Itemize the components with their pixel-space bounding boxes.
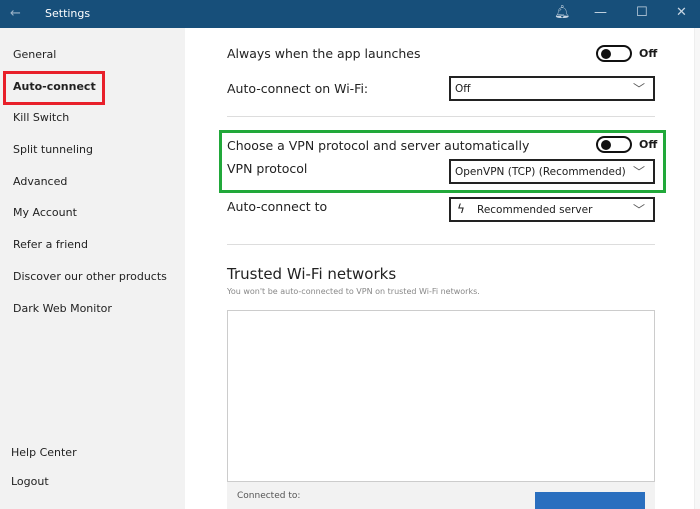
maximize-button[interactable]: ☐ <box>636 5 648 20</box>
chevron-down-icon: ﹀ <box>632 203 645 217</box>
close-button[interactable]: ✕ <box>676 5 687 20</box>
wifi-label: Auto-connect on Wi-Fi: <box>227 81 369 96</box>
connect-to-select[interactable]: ϟ Recommended server ﹀ <box>449 197 655 222</box>
connect-to-value: Recommended server <box>477 204 593 216</box>
sidebar-item-dark-web-monitor[interactable]: Dark Web Monitor <box>13 302 112 315</box>
wifi-select[interactable]: Off ﹀ <box>449 76 655 101</box>
trusted-networks-list[interactable] <box>227 310 655 509</box>
highlight-red <box>3 71 105 105</box>
highlight-green <box>219 130 666 193</box>
wifi-value: Off <box>455 83 471 95</box>
sidebar-item-discover-products[interactable]: Discover our other products <box>13 270 167 283</box>
sidebar-item-advanced[interactable]: Advanced <box>13 175 67 188</box>
add-network-button[interactable] <box>535 492 645 509</box>
window-title: Settings <box>45 7 91 20</box>
help-center-link[interactable]: Help Center <box>11 446 77 459</box>
trusted-subtitle: You won't be auto-connected to VPN on tr… <box>227 287 480 296</box>
logout-link[interactable]: Logout <box>11 475 49 488</box>
connected-label: Connected to: <box>237 491 301 501</box>
launch-state: Off <box>639 47 658 60</box>
title-bar: ← Settings 🔔︎ — ☐ ✕ <box>0 0 700 28</box>
chevron-down-icon: ﹀ <box>632 82 645 96</box>
connect-to-label: Auto-connect to <box>227 199 328 214</box>
sidebar-item-my-account[interactable]: My Account <box>13 206 77 219</box>
lightning-icon: ϟ <box>457 202 465 216</box>
scrollbar[interactable] <box>694 28 700 509</box>
minimize-button[interactable]: — <box>594 5 607 20</box>
bell-icon[interactable]: 🔔︎ <box>554 5 571 20</box>
sidebar-item-refer-a-friend[interactable]: Refer a friend <box>13 238 88 251</box>
divider <box>227 116 655 117</box>
sidebar-item-general[interactable]: General <box>13 48 56 61</box>
trusted-title: Trusted Wi-Fi networks <box>227 265 397 283</box>
launch-label: Always when the app launches <box>227 46 421 61</box>
back-arrow-icon[interactable]: ← <box>10 6 21 21</box>
sidebar-item-kill-switch[interactable]: Kill Switch <box>13 111 69 124</box>
divider <box>227 244 655 245</box>
launch-toggle[interactable] <box>596 45 632 62</box>
sidebar-item-split-tunneling[interactable]: Split tunneling <box>13 143 93 156</box>
